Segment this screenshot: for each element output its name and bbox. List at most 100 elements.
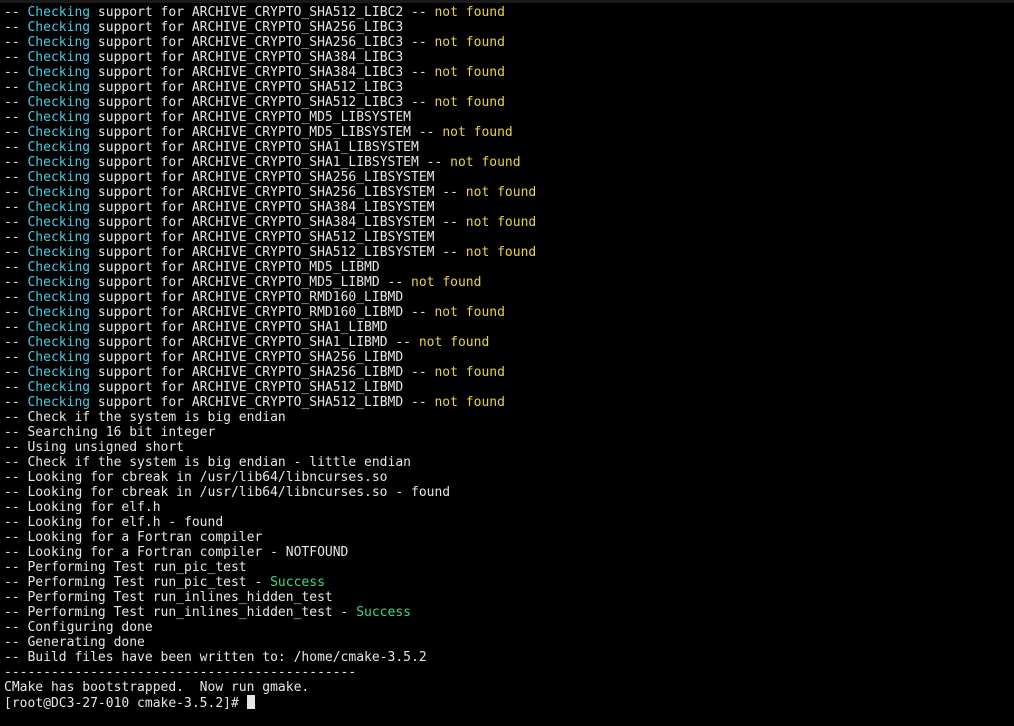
line-text: -- (4, 335, 28, 350)
line-text: -- (4, 125, 28, 140)
terminal-line: -- Checking support for ARCHIVE_CRYPTO_S… (4, 215, 536, 230)
line-keyword: Checking (27, 125, 91, 140)
terminal-line: -- Looking for elf.h - found (4, 515, 536, 530)
terminal-line: CMake has bootstrapped. Now run gmake. (4, 680, 536, 695)
line-text: support for ARCHIVE_CRYPTO_MD5_LIBSYSTEM (90, 110, 412, 125)
line-text: support for ARCHIVE_CRYPTO_SHA384_LIBSYS… (90, 215, 466, 230)
line-text: -- (4, 50, 28, 65)
line-text: -- (4, 245, 28, 260)
terminal-line: -- Checking support for ARCHIVE_CRYPTO_S… (4, 230, 536, 245)
line-text: support for ARCHIVE_CRYPTO_SHA512_LIBC3 … (90, 95, 435, 110)
terminal-line: -- Check if the system is big endian - l… (4, 455, 536, 470)
status-not-found: not found (442, 125, 513, 140)
terminal-line: -- Checking support for ARCHIVE_CRYPTO_M… (4, 275, 536, 290)
terminal-line: -- Looking for a Fortran compiler - NOTF… (4, 545, 536, 560)
line-text: -- (4, 140, 28, 155)
terminal-line: -- Generating done (4, 635, 536, 650)
status-not-found: not found (418, 335, 490, 350)
terminal-line: -- Checking support for ARCHIVE_CRYPTO_S… (4, 35, 536, 50)
terminal-line: -- Configuring done (4, 620, 536, 635)
window-top-edge (0, 0, 1014, 3)
line-text: -- (4, 200, 28, 215)
line-text: -- (4, 185, 28, 200)
terminal-line: -- Checking support for ARCHIVE_CRYPTO_S… (4, 95, 536, 110)
terminal-line: -- Looking for elf.h (4, 500, 536, 515)
line-text: support for ARCHIVE_CRYPTO_SHA256_LIBMD … (90, 365, 435, 380)
terminal-line: -- Checking support for ARCHIVE_CRYPTO_R… (4, 290, 536, 305)
line-keyword: Checking (27, 110, 91, 125)
line-text: -- (4, 215, 28, 230)
status-not-found: not found (450, 155, 521, 170)
line-text: -- Looking for a Fortran compiler - NOTF… (4, 545, 349, 560)
terminal-line: -- Looking for a Fortran compiler (4, 530, 536, 545)
line-text: -- Check if the system is big endian (4, 410, 286, 425)
line-text: support for ARCHIVE_CRYPTO_SHA1_LIBMD (90, 320, 388, 335)
line-keyword: Checking (27, 215, 91, 230)
line-text: -- (4, 275, 28, 290)
line-text: support for ARCHIVE_CRYPTO_SHA1_LIBSYSTE… (90, 155, 451, 170)
terminal-line: -- Checking support for ARCHIVE_CRYPTO_S… (4, 50, 536, 65)
line-text: -- (4, 80, 28, 95)
line-keyword: Checking (27, 200, 91, 215)
line-keyword: Checking (27, 80, 91, 95)
prompt-line[interactable]: [root@DC3-27-010 cmake-3.5.2]# (4, 695, 536, 711)
line-text: -- Looking for elf.h - found (4, 515, 224, 530)
line-text: support for ARCHIVE_CRYPTO_MD5_LIBMD -- (90, 275, 412, 290)
line-text: -- (4, 305, 28, 320)
line-keyword: Checking (27, 290, 91, 305)
line-text: -- Performing Test run_inlines_hidden_te… (4, 605, 357, 620)
status-success: Success (270, 575, 325, 590)
line-text: support for ARCHIVE_CRYPTO_SHA512_LIBC2 … (90, 5, 435, 20)
line-keyword: Checking (27, 395, 91, 410)
line-text: -- (4, 290, 28, 305)
line-text: -- Performing Test run_inlines_hidden_te… (4, 590, 333, 605)
terminal-line: -- Checking support for ARCHIVE_CRYPTO_R… (4, 305, 536, 320)
line-text: -- Looking for cbreak in /usr/lib64/libn… (4, 470, 388, 485)
line-keyword: Checking (27, 260, 91, 275)
terminal-line: -- Checking support for ARCHIVE_CRYPTO_S… (4, 140, 536, 155)
line-text: -- (4, 260, 28, 275)
line-text: -- (4, 65, 28, 80)
terminal-line: -- Checking support for ARCHIVE_CRYPTO_S… (4, 65, 536, 80)
line-text: support for ARCHIVE_CRYPTO_MD5_LIBSYSTEM… (90, 125, 443, 140)
line-text: support for ARCHIVE_CRYPTO_SHA512_LIBMD … (90, 395, 435, 410)
line-keyword: Checking (27, 155, 91, 170)
line-keyword: Checking (27, 275, 91, 290)
terminal-line: -- Performing Test run_inlines_hidden_te… (4, 590, 536, 605)
terminal-window[interactable]: -- Checking support for ARCHIVE_CRYPTO_S… (0, 0, 1014, 726)
line-text: support for ARCHIVE_CRYPTO_SHA256_LIBSYS… (90, 185, 466, 200)
line-text: support for ARCHIVE_CRYPTO_SHA512_LIBSYS… (90, 230, 435, 245)
shell-prompt: [root@DC3-27-010 cmake-3.5.2]# (4, 696, 247, 711)
line-keyword: Checking (27, 365, 91, 380)
line-text: -- Performing Test run_pic_test - (4, 575, 271, 590)
line-text: -- (4, 380, 28, 395)
line-keyword: Checking (27, 380, 91, 395)
line-keyword: Checking (27, 335, 91, 350)
line-text: support for ARCHIVE_CRYPTO_SHA256_LIBMD (90, 350, 404, 365)
terminal-line: -- Checking support for ARCHIVE_CRYPTO_S… (4, 380, 536, 395)
line-text: -- (4, 395, 28, 410)
terminal-line: ----------------------------------------… (4, 665, 536, 680)
status-not-found: not found (434, 5, 505, 20)
status-not-found: not found (465, 245, 537, 260)
status-not-found: not found (465, 185, 537, 200)
line-text: -- Using unsigned short (4, 440, 185, 455)
line-text: support for ARCHIVE_CRYPTO_SHA1_LIBSYSTE… (90, 140, 419, 155)
line-text: support for ARCHIVE_CRYPTO_SHA256_LIBSYS… (90, 170, 435, 185)
line-keyword: Checking (27, 35, 91, 50)
line-text: support for ARCHIVE_CRYPTO_SHA384_LIBC3 … (90, 65, 435, 80)
terminal-line: -- Using unsigned short (4, 440, 536, 455)
line-keyword: Checking (27, 50, 91, 65)
line-text: -- (4, 95, 28, 110)
line-text: support for ARCHIVE_CRYPTO_SHA512_LIBC3 (90, 80, 404, 95)
status-not-found: not found (434, 395, 505, 410)
line-text: support for ARCHIVE_CRYPTO_SHA384_LIBC3 (90, 50, 404, 65)
terminal-output: -- Checking support for ARCHIVE_CRYPTO_S… (4, 5, 537, 711)
line-text: support for ARCHIVE_CRYPTO_RMD160_LIBMD … (90, 305, 435, 320)
line-text: -- Build files have been written to: /ho… (4, 650, 427, 665)
line-keyword: Checking (27, 140, 91, 155)
line-text: -- (4, 365, 28, 380)
terminal-line: -- Looking for cbreak in /usr/lib64/libn… (4, 485, 536, 500)
status-not-found: not found (434, 65, 505, 80)
line-text: -- (4, 170, 28, 185)
